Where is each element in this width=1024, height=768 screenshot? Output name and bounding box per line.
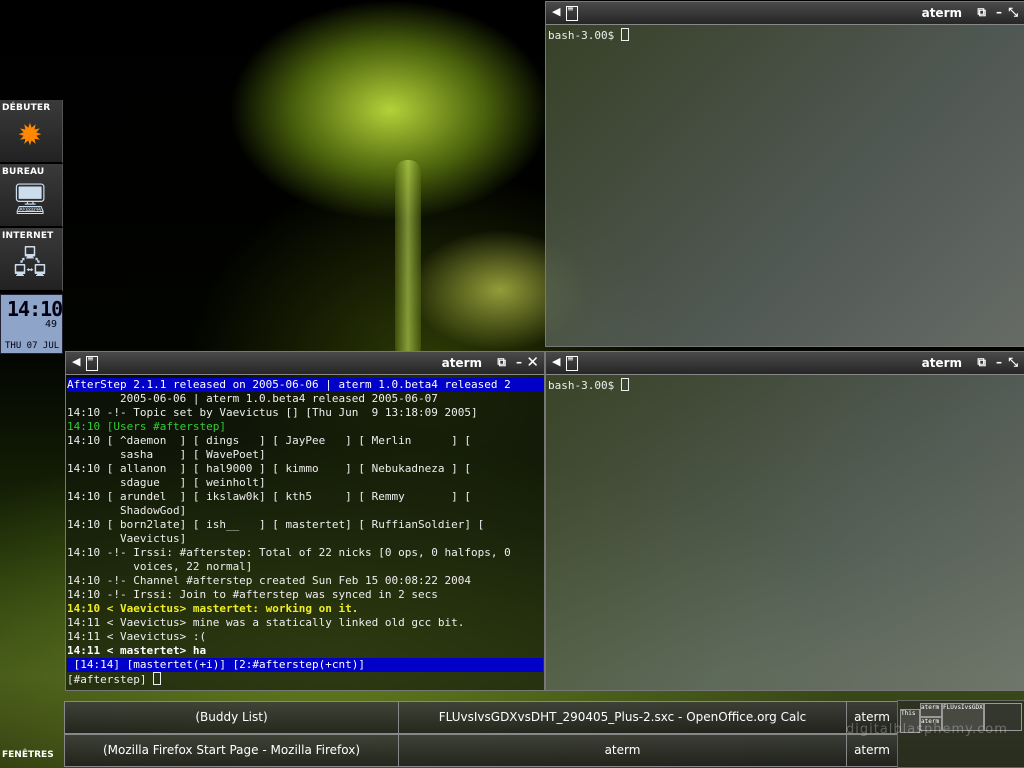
irc-line: 14:10 [Users #afterstep] [67,420,226,433]
network-icon: 🖧 [13,246,47,281]
wharf-debuter-button[interactable]: DÉBUTER ✹ [0,100,63,164]
irc-line: 14:10 [ ^daemon ] [ dings ] [ JayPee ] [… [67,434,471,447]
irc-line: 14:10 -!- Channel #afterstep created Sun… [67,574,471,587]
minimize-icon[interactable]: – [996,5,1002,19]
clock-applet[interactable]: 14:10 49 THU 07 JUL [0,294,63,354]
irc-line: ShadowGod] [67,504,187,517]
wharf-debuter-label: DÉBUTER [2,103,51,113]
close-icon[interactable]: ✕ [526,353,539,371]
pager-window-thumb[interactable]: aterm [920,703,942,717]
irc-line: 14:10 [ born2late] [ ish__ ] [ mastertet… [67,518,485,531]
irc-line: 14:10 [ allanon ] [ hal9000 ] [ kimmo ] … [67,462,471,475]
irc-line: 14:10 -!- Topic set by Vaevictus [] [Thu… [67,406,478,419]
clock-time: 14:10 [7,297,63,321]
irc-line: 14:10 -!- Irssi: Join to #afterstep was … [67,588,438,601]
terminal-area[interactable]: bash-3.00$ [546,25,1024,346]
minimize-icon[interactable]: – [516,355,522,369]
irc-line: sdague ] [ weinholt] [67,476,266,489]
text-cursor [620,28,629,41]
taskbar-label: FENÊTRES [2,750,54,760]
window-menu-icon[interactable]: ≡ [86,355,98,371]
maximize-icon[interactable]: ⧉ [497,355,506,370]
window-title: aterm [921,6,962,20]
text-cursor [620,378,629,391]
aterm-window-top-right[interactable]: ◀ ≡ aterm ⧉ – ⤡ bash-3.00$ [545,1,1024,347]
window-title: aterm [441,356,482,370]
window-title: aterm [921,356,962,370]
irc-line: 14:10 [ arundel ] [ ikslaw0k] [ kth5 ] [… [67,490,471,503]
window-menu-icon[interactable]: ≡ [566,355,578,371]
task-aterm-3[interactable]: aterm [846,734,898,767]
maximize-icon[interactable]: ⧉ [977,5,986,20]
clock-seconds: 49 [44,319,57,330]
irc-message-list: 2005-06-06 | aterm 1.0.beta4 released 20… [67,392,543,658]
task-aterm-2[interactable]: aterm [398,734,847,767]
titlebar[interactable]: ◀ ≡ aterm ⧉ – ✕ [66,352,544,375]
irssi-terminal[interactable]: AfterStep 2.1.1 released on 2005-06-06 |… [66,378,544,690]
terminal-area[interactable]: bash-3.00$ [546,375,1024,690]
minimize-icon[interactable]: – [996,355,1002,369]
shell-prompt: bash-3.00$ [548,29,615,42]
irssi-aterm-window[interactable]: ◀ ≡ aterm ⧉ – ✕ AfterStep 2.1.1 released… [65,351,545,691]
titlebar[interactable]: ◀ ≡ aterm ⧉ – ⤡ [546,2,1024,25]
window-menu-icon[interactable]: ≡ [566,5,578,21]
task-buddy-list[interactable]: (Buddy List) [64,701,399,734]
shade-arrow-icon[interactable]: ◀ [72,355,80,368]
irc-line: voices, 22 normal] [67,560,253,573]
shade-arrow-icon[interactable]: ◀ [552,355,560,368]
irssi-input-line[interactable]: [#afterstep] [67,672,543,686]
shell-prompt: bash-3.00$ [548,379,615,392]
wharf-bureau-label: BUREAU [2,167,45,177]
irssi-input-prompt: [#afterstep] [67,673,154,686]
irssi-status-bar: [14:14] [mastertet(+i)] [2:#afterstep(+c… [67,658,543,672]
maximize-icon[interactable]: ⧉ [977,355,986,370]
irc-line: 14:10 -!- Irssi: #afterstep: Total of 22… [67,546,511,559]
task-openoffice-calc[interactable]: FLUvsIvsGDXvsDHT_290405_Plus-2.sxc - Ope… [398,701,847,734]
wallpaper-mushroom-stem [395,160,421,360]
clock-date: THU 07 JUL [5,341,60,351]
irc-line: 14:10 < Vaevictus> mastertet: working on… [67,602,359,615]
watermark-text: digitalblasphemy.com [846,722,1008,737]
wharf-dock: DÉBUTER ✹ BUREAU 🖥 INTERNET 🖧 14:10 49 T… [0,100,63,354]
computer-icon: 🖥 [10,182,50,217]
text-cursor [153,672,162,685]
close-icon[interactable]: ⤡ [1008,5,1018,20]
irc-line: 14:11 < Vaevictus> :( [67,630,207,643]
irc-line: Vaevictus] [67,532,187,545]
titlebar[interactable]: ◀ ≡ aterm ⧉ – ⤡ [546,352,1024,375]
sun-icon: ✹ [17,118,43,153]
aterm-window-bottom-right[interactable]: ◀ ≡ aterm ⧉ – ⤡ bash-3.00$ [545,351,1024,691]
shade-arrow-icon[interactable]: ◀ [552,5,560,18]
wharf-internet-button[interactable]: INTERNET 🖧 [0,228,63,292]
wharf-bureau-button[interactable]: BUREAU 🖥 [0,164,63,228]
channel-topic-bar: AfterStep 2.1.1 released on 2005-06-06 |… [67,378,543,392]
wharf-internet-label: INTERNET [2,231,54,241]
task-firefox[interactable]: (Mozilla Firefox Start Page - Mozilla Fi… [64,734,399,767]
irc-line: sasha ] [ WavePoet] [67,448,266,461]
close-icon[interactable]: ⤡ [1008,355,1018,370]
irc-line: 14:11 < Vaevictus> mine was a statically… [67,616,465,629]
irc-line: 14:11 < mastertet> ha [67,644,207,657]
irc-line: 2005-06-06 | aterm 1.0.beta4 released 20… [67,392,438,405]
